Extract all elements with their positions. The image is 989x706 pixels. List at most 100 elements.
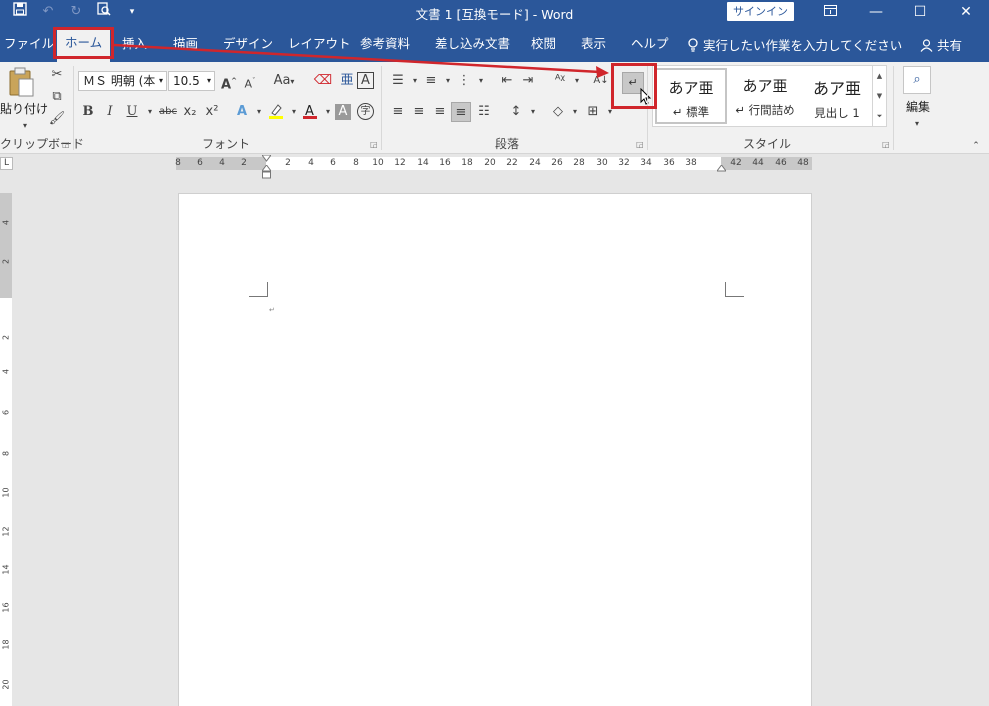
- share-button[interactable]: 共有: [920, 35, 962, 54]
- font-group-label: フォント: [202, 137, 251, 151]
- chevron-down-icon: ▾: [206, 76, 211, 85]
- superscript-button[interactable]: x²: [202, 102, 222, 122]
- tab-references[interactable]: 参考資料: [360, 35, 410, 61]
- justify-icon[interactable]: ≡: [451, 102, 471, 122]
- align-right-icon[interactable]: ≡: [430, 102, 450, 122]
- paste-dropdown-icon[interactable]: ▾: [15, 116, 35, 136]
- increase-indent-icon[interactable]: ⇥: [518, 71, 538, 91]
- tab-selector[interactable]: L: [0, 157, 13, 170]
- font-name-select[interactable]: ＭＳ 明朝 (本 ▾: [78, 71, 167, 91]
- tab-insert[interactable]: 挿入: [122, 35, 147, 61]
- tab-help[interactable]: ヘルプ: [631, 35, 669, 61]
- tab-draw[interactable]: 描画: [173, 35, 198, 61]
- tab-mailings[interactable]: 差し込み文書: [435, 35, 510, 61]
- styles-launcher-icon[interactable]: ◲: [882, 140, 890, 149]
- ruler-number: 16: [439, 158, 451, 168]
- tab-layout[interactable]: レイアウト: [288, 35, 351, 61]
- chevron-down-icon[interactable]: ▾: [471, 71, 491, 91]
- group-separator: [73, 66, 74, 150]
- first-line-indent-marker[interactable]: [262, 155, 271, 162]
- strikethrough-button[interactable]: abc: [156, 102, 180, 122]
- distributed-icon[interactable]: ☷: [474, 102, 494, 122]
- character-border-icon[interactable]: A: [357, 72, 374, 89]
- align-center-icon[interactable]: ≡: [409, 102, 429, 122]
- gallery-down-icon[interactable]: ▼: [873, 86, 886, 106]
- maximize-icon[interactable]: ☐: [897, 0, 943, 25]
- collapse-ribbon-icon[interactable]: ⌃: [966, 136, 986, 156]
- ruler-number: 2: [1, 258, 11, 265]
- ruler-number: 16: [1, 602, 11, 613]
- sort-icon[interactable]: A↓: [591, 71, 611, 91]
- style-no-spacing[interactable]: あア亜 ↵ 行間詰め: [729, 68, 801, 124]
- style-name: ↵ 標準: [672, 105, 710, 119]
- signin-button[interactable]: サインイン: [727, 2, 794, 21]
- style-sample: あア亜: [742, 77, 788, 95]
- ruler-number: 24: [529, 158, 541, 168]
- tell-me-search[interactable]: 実行したい作業を入力してください: [687, 35, 902, 54]
- paragraph-group-label: 段落: [495, 137, 520, 151]
- editing-button[interactable]: 編集: [906, 98, 930, 115]
- ruler-number: 36: [663, 158, 675, 168]
- style-normal[interactable]: あア亜 ↵ 標準: [655, 68, 727, 124]
- phonetic-guide-icon[interactable]: 亜: [337, 71, 357, 91]
- font-name-value: ＭＳ 明朝 (本: [83, 74, 156, 88]
- styles-gallery: あア亜 ↵ 標準 あア亜 ↵ 行間詰め あア亜 見出し 1 ▲ ▼ ⏷: [652, 65, 887, 127]
- italic-button[interactable]: I: [100, 102, 120, 122]
- paste-icon[interactable]: [7, 67, 35, 97]
- left-indent-marker[interactable]: [262, 165, 271, 179]
- ruler-number: 8: [175, 158, 181, 168]
- font-color-icon[interactable]: A: [300, 102, 320, 122]
- chevron-down-icon[interactable]: ▾: [567, 71, 587, 91]
- ruler-number: 10: [372, 158, 384, 168]
- tab-file[interactable]: ファイル: [4, 35, 54, 61]
- right-indent-marker[interactable]: [717, 165, 726, 172]
- chevron-down-icon[interactable]: ▾: [565, 102, 585, 122]
- bold-button[interactable]: B: [78, 102, 98, 122]
- minimize-icon[interactable]: —: [853, 0, 899, 25]
- font-launcher-icon[interactable]: ◲: [370, 140, 378, 149]
- subscript-button[interactable]: x₂: [180, 102, 200, 122]
- grow-font-icon[interactable]: A^: [219, 71, 239, 92]
- highlight-color-icon[interactable]: [266, 102, 286, 122]
- ruler-number: 28: [573, 158, 585, 168]
- title-bar: ↶ ↻ ▾ 文書 1 [互換モード] - Word サインイン — ☐ ✕: [0, 0, 989, 25]
- chevron-down-icon[interactable]: ▾: [907, 114, 927, 134]
- close-icon[interactable]: ✕: [943, 0, 989, 25]
- change-case-icon[interactable]: Aa▾: [271, 71, 297, 91]
- font-size-select[interactable]: 10.5 ▾: [168, 71, 215, 91]
- enclose-characters-icon[interactable]: 字: [357, 103, 374, 120]
- ruler-number: 44: [752, 158, 764, 168]
- tab-view[interactable]: 表示: [581, 35, 606, 61]
- gallery-more-icon[interactable]: ⏷: [873, 106, 886, 126]
- gallery-up-icon[interactable]: ▲: [873, 66, 886, 86]
- lightbulb-icon: [688, 38, 698, 52]
- home-tab-highlight-box: [53, 27, 114, 59]
- tab-design[interactable]: デザイン: [223, 35, 273, 61]
- clear-formatting-icon[interactable]: ⌫: [313, 71, 333, 91]
- underline-button[interactable]: U: [122, 102, 142, 122]
- paste-button[interactable]: 貼り付け: [0, 100, 48, 117]
- ruler-number: 2: [241, 158, 247, 168]
- style-heading-1[interactable]: あア亜 見出し 1: [801, 68, 873, 124]
- search-icon[interactable]: ⌕: [903, 66, 931, 94]
- align-left-icon[interactable]: ≡: [388, 102, 408, 122]
- copy-icon[interactable]: ⧉: [47, 87, 67, 107]
- character-shading-icon[interactable]: A: [335, 104, 351, 120]
- tab-review[interactable]: 校閲: [531, 35, 556, 61]
- shrink-font-icon[interactable]: Aˇ: [240, 71, 260, 91]
- clipboard-launcher-icon[interactable]: ◲: [62, 140, 70, 149]
- crop-mark-top-left: [249, 282, 268, 297]
- ruler-number: 34: [640, 158, 652, 168]
- ribbon-display-options-icon[interactable]: [807, 0, 853, 25]
- document-page[interactable]: ↵: [178, 193, 812, 706]
- format-painter-icon[interactable]: 🖌: [47, 109, 67, 129]
- ruler-number: 46: [775, 158, 787, 168]
- ruler-number: 2: [1, 334, 11, 341]
- cut-icon[interactable]: ✂: [47, 65, 67, 85]
- paragraph-launcher-icon[interactable]: ◲: [636, 140, 644, 149]
- group-separator: [893, 66, 894, 150]
- decrease-indent-icon[interactable]: ⇤: [497, 71, 517, 91]
- vertical-ruler[interactable]: 4 2 2 4 6 8 10 12 14 16 18 20: [0, 193, 12, 706]
- ruler-number: 48: [797, 158, 809, 168]
- chevron-down-icon[interactable]: ▾: [523, 102, 543, 122]
